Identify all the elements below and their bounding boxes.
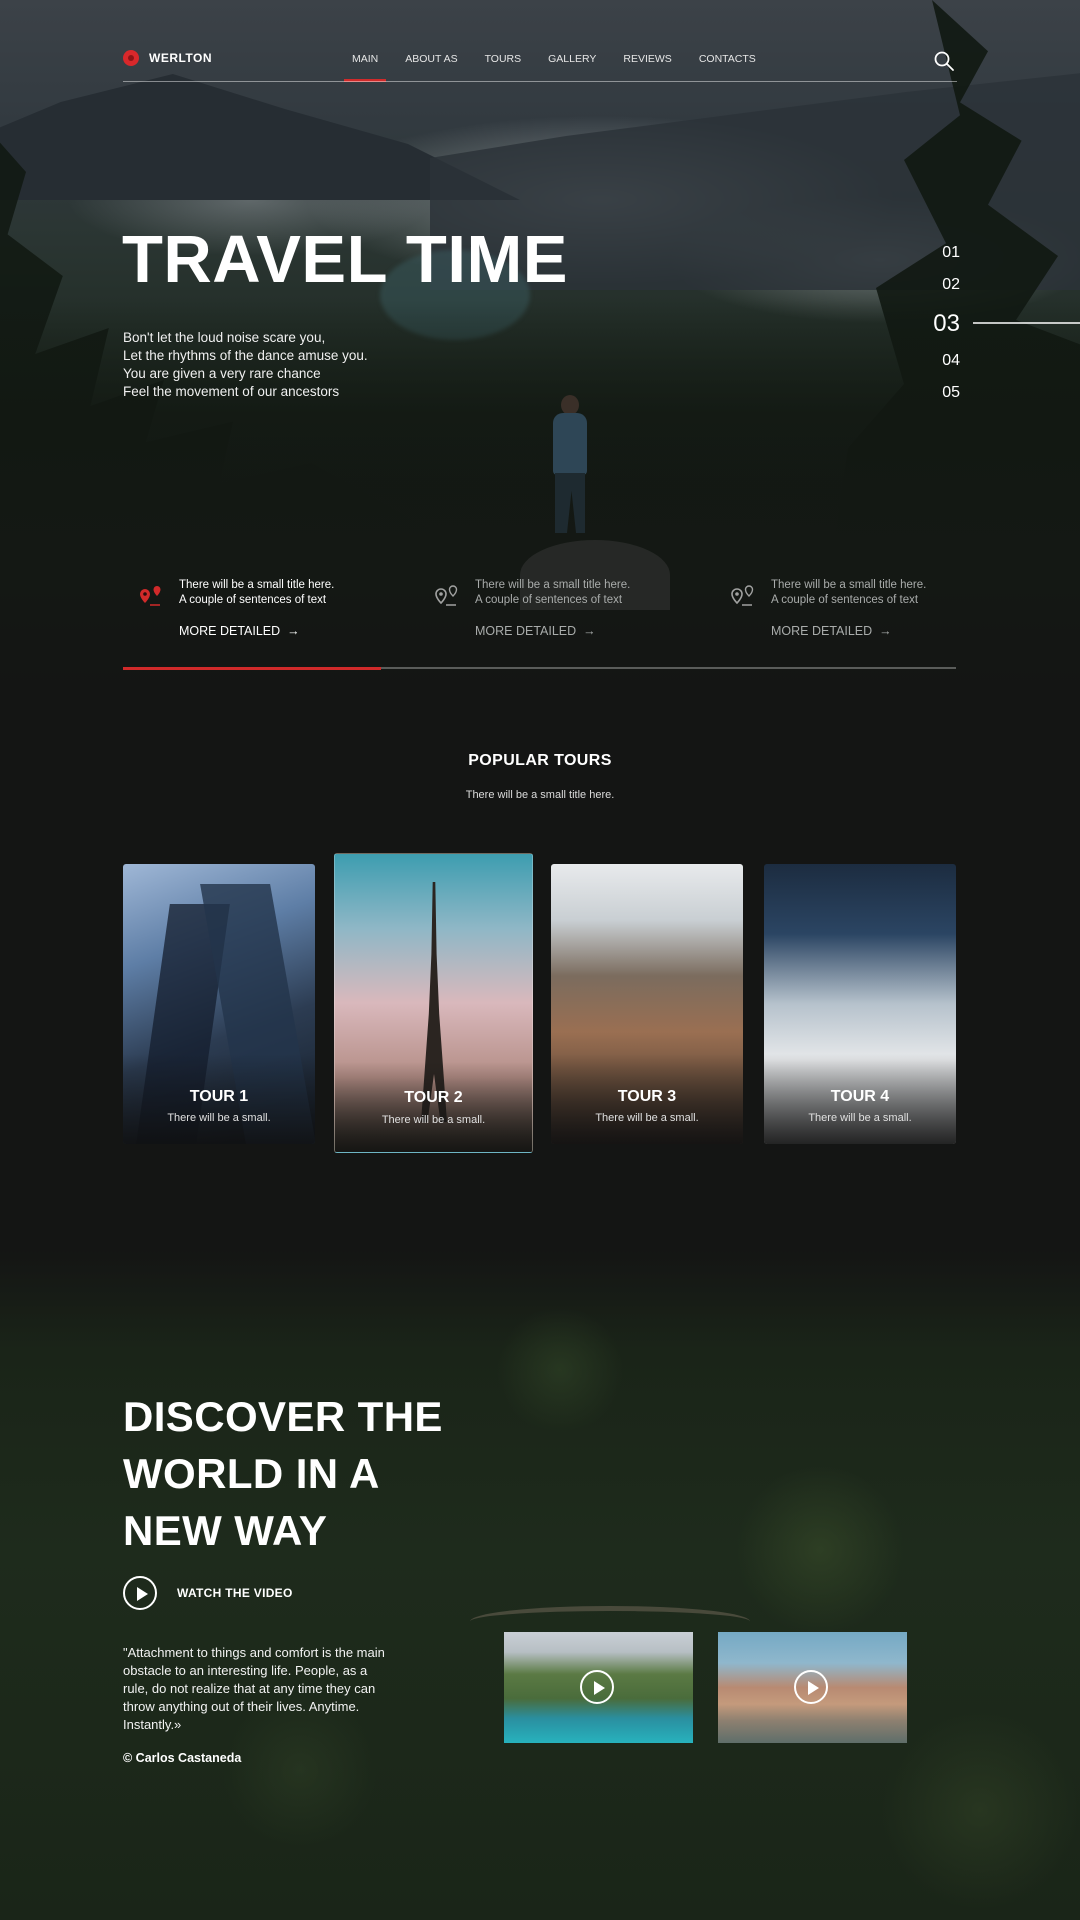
tour-card[interactable]: TOUR 1 There will be a small.: [123, 864, 315, 1144]
map-pins-icon: [731, 585, 754, 606]
slide-number[interactable]: 04: [942, 352, 960, 370]
header-divider: [123, 81, 957, 82]
feature-desc: A couple of sentences of text: [771, 594, 919, 606]
discover-title-line: NEW WAY: [123, 1507, 328, 1554]
card-shade: [335, 1062, 532, 1152]
quote-line: rule, do not realize that at any time th…: [123, 1681, 376, 1696]
play-icon: [794, 1670, 828, 1704]
tour-name: TOUR 2: [404, 1089, 463, 1106]
feature-text: There will be a small title here. A coupl…: [771, 578, 971, 608]
feature-desc: A couple of sentences of text: [475, 594, 623, 606]
tour-name: TOUR 4: [830, 1088, 890, 1105]
discover-title-line: DISCOVER THE: [123, 1393, 443, 1440]
video-thumbnail[interactable]: [504, 1632, 693, 1743]
feature-text: There will be a small title here. A coupl…: [179, 578, 379, 608]
hero-line: Feel the movement of our ancestors: [123, 384, 340, 399]
hero-line: Let the rhythms of the dance amuse you.: [123, 348, 368, 363]
play-icon: [580, 1670, 614, 1704]
search-icon[interactable]: [933, 50, 955, 72]
quote-author: © Carlos Castaneda: [123, 1751, 242, 1765]
hero-title: TRAVEL TIME: [122, 222, 568, 297]
tour-subtitle: There will be a small.: [381, 1114, 486, 1126]
discover-title: DISCOVER THE WORLD IN A NEW WAY: [123, 1388, 443, 1559]
main-nav: MAIN ABOUT AS TOURS GALLERY REVIEWS CONT…: [343, 53, 783, 82]
link-label: MORE DETAILED: [771, 624, 873, 638]
feature-title: There will be a small title here.: [179, 579, 335, 591]
nav-item-tours[interactable]: TOURS: [485, 53, 522, 65]
nav-item-about[interactable]: ABOUT AS: [405, 53, 457, 65]
hero-line: Bon't let the loud noise scare you,: [123, 330, 326, 345]
feature-desc: A couple of sentences of text: [179, 594, 327, 606]
logo[interactable]: WERLTON: [123, 50, 212, 66]
slide-number[interactable]: 01: [942, 244, 960, 262]
more-detailed-link[interactable]: MORE DETAILED →: [179, 624, 300, 638]
nav-item-reviews[interactable]: REVIEWS: [623, 53, 671, 65]
hiker-figure: [545, 395, 595, 535]
feature-text: There will be a small title here. A coupl…: [475, 578, 675, 608]
link-label: MORE DETAILED: [475, 624, 577, 638]
popular-tours-title: POPULAR TOURS: [468, 752, 612, 769]
video-thumbnail[interactable]: [718, 1632, 907, 1743]
watch-video-button[interactable]: WATCH THE VIDEO: [123, 1576, 293, 1610]
feature-title: There will be a small title here.: [475, 579, 631, 591]
tour-subtitle: There will be a small.: [167, 1112, 271, 1124]
quote-line: obstacle to an interesting life. People,…: [123, 1663, 368, 1678]
logo-text: WERLTON: [149, 51, 213, 65]
tour-card-featured[interactable]: TOUR 2 There will be a small.: [334, 853, 533, 1153]
nav-item-main[interactable]: MAIN: [343, 53, 387, 82]
slide-number[interactable]: 02: [942, 276, 960, 294]
discover-title-line: WORLD IN A: [123, 1450, 380, 1497]
quote: "Attachment to things and comfort is the…: [123, 1644, 453, 1734]
hero-line: You are given a very rare chance: [123, 366, 321, 381]
popular-tours-subtitle: There will be a small title here.: [465, 789, 615, 801]
nav-item-gallery[interactable]: GALLERY: [548, 53, 596, 65]
tour-subtitle: There will be a small.: [808, 1112, 912, 1124]
hero-description: Bon't let the loud noise scare you, Let …: [123, 329, 368, 401]
tour-name: TOUR 1: [189, 1088, 249, 1105]
tour-name: TOUR 3: [617, 1088, 677, 1105]
slide-number-active[interactable]: 03: [933, 310, 960, 338]
feature-title: There will be a small title here.: [771, 579, 927, 591]
watch-video-label: WATCH THE VIDEO: [177, 1586, 293, 1600]
hero-progress-fill: [123, 667, 382, 670]
more-detailed-link[interactable]: MORE DETAILED →: [475, 624, 596, 638]
page: WERLTON MAIN ABOUT AS TOURS GALLERY REVI…: [0, 0, 1080, 1920]
map-pins-icon: [140, 586, 161, 606]
quote-line: Instantly.»: [123, 1717, 182, 1732]
link-label: MORE DETAILED: [179, 624, 281, 638]
tour-card[interactable]: TOUR 4 There will be a small.: [764, 864, 956, 1144]
map-pins-icon: [435, 585, 458, 606]
hero-progress-bar: [123, 667, 956, 670]
quote-line: "Attachment to things and comfort is the…: [123, 1645, 385, 1660]
tour-card[interactable]: TOUR 3 There will be a small.: [551, 864, 743, 1144]
more-detailed-link[interactable]: MORE DETAILED →: [771, 624, 892, 638]
active-slide-indicator: [973, 322, 1080, 324]
slide-number[interactable]: 05: [942, 384, 960, 402]
tour-subtitle: There will be a small.: [595, 1112, 699, 1124]
nav-item-contacts[interactable]: CONTACTS: [699, 53, 756, 65]
quote-line: throw anything out of their lives. Anyti…: [123, 1699, 360, 1714]
play-icon: [123, 1576, 157, 1610]
logo-icon: [123, 50, 139, 66]
